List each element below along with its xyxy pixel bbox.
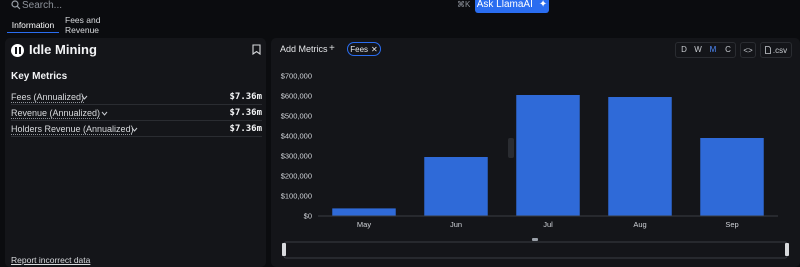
chevron-down-icon[interactable] <box>81 95 88 100</box>
bars <box>332 95 764 216</box>
tab-information[interactable]: Information <box>7 17 59 33</box>
bar-jul[interactable] <box>516 95 580 216</box>
sparkle-icon: ✦ <box>538 0 548 10</box>
key-metrics-heading: Key Metrics <box>11 71 68 82</box>
chevron-down-icon[interactable] <box>101 111 108 116</box>
brush-right-handle[interactable] <box>785 243 789 256</box>
y-tick-label: $0 <box>304 212 312 221</box>
protocol-logo-icon <box>11 44 24 57</box>
range-brush[interactable] <box>283 241 788 259</box>
metric-row-revenue[interactable]: Revenue (Annualized) $7.36m <box>11 107 262 121</box>
y-tick-label: $700,000 <box>281 72 312 81</box>
x-axis: May Jun Jul Aug Sep <box>318 215 778 229</box>
metric-row-fees[interactable]: Fees (Annualized) $7.36m <box>11 91 262 105</box>
ask-llamaai-button[interactable]: Ask LlamaAI ✦ <box>475 0 549 13</box>
x-tick-label: Jul <box>543 220 553 229</box>
ask-llamaai-label: Ask LlamaAI <box>476 0 533 10</box>
x-tick-label: Sep <box>725 220 738 229</box>
report-incorrect-data-link[interactable]: Report incorrect data <box>11 255 90 265</box>
metric-label: Fees (Annualized) <box>11 92 85 102</box>
metric-value: $7.36m <box>229 92 262 102</box>
y-tick-label: $400,000 <box>281 132 312 141</box>
metric-row-holders-revenue[interactable]: Holders Revenue (Annualized) $7.36m <box>11 123 262 137</box>
search-icon <box>11 0 21 10</box>
chevron-down-icon[interactable] <box>131 127 138 132</box>
bar-may[interactable] <box>332 208 396 216</box>
metric-label: Holders Revenue (Annualized) <box>11 124 134 134</box>
y-tick-label: $100,000 <box>281 192 312 201</box>
chart-watermark <box>508 138 514 158</box>
x-tick-label: Aug <box>633 220 646 229</box>
metric-label: Revenue (Annualized) <box>11 108 101 118</box>
bookmark-icon[interactable] <box>252 44 261 55</box>
metric-value: $7.36m <box>229 124 262 134</box>
y-tick-label: $600,000 <box>281 92 312 101</box>
x-tick-label: May <box>357 220 371 229</box>
search-shortcut: ⌘K <box>457 0 471 9</box>
bar-jun[interactable] <box>424 157 488 216</box>
metric-value: $7.36m <box>229 108 262 118</box>
chart-panel: Add Metrics + Fees ✕ D W M C <> .csv $0 $… <box>271 38 800 267</box>
search-input[interactable] <box>22 0 442 13</box>
brush-left-handle[interactable] <box>282 243 286 256</box>
protocol-name: Idle Mining <box>29 42 97 57</box>
tab-fees-and-revenue[interactable]: Fees and Revenue <box>65 15 133 35</box>
y-axis: $0 $100,000 $200,000 $300,000 $400,000 $500,0… <box>281 72 312 221</box>
bar-aug[interactable] <box>608 97 672 216</box>
x-tick-label: Jun <box>450 220 462 229</box>
y-tick-label: $200,000 <box>281 172 312 181</box>
fees-bar-chart: $0 $100,000 $200,000 $300,000 $400,000 $500,0… <box>281 72 789 259</box>
y-tick-label: $500,000 <box>281 112 312 121</box>
bar-sep[interactable] <box>700 138 764 216</box>
brush-drag-handle[interactable] <box>532 238 538 241</box>
y-tick-label: $300,000 <box>281 152 312 161</box>
protocol-info-panel: Idle Mining Key Metrics Fees (Annualized… <box>5 38 266 267</box>
top-search-bar: ⌘K Ask LlamaAI ✦ <box>0 0 800 14</box>
